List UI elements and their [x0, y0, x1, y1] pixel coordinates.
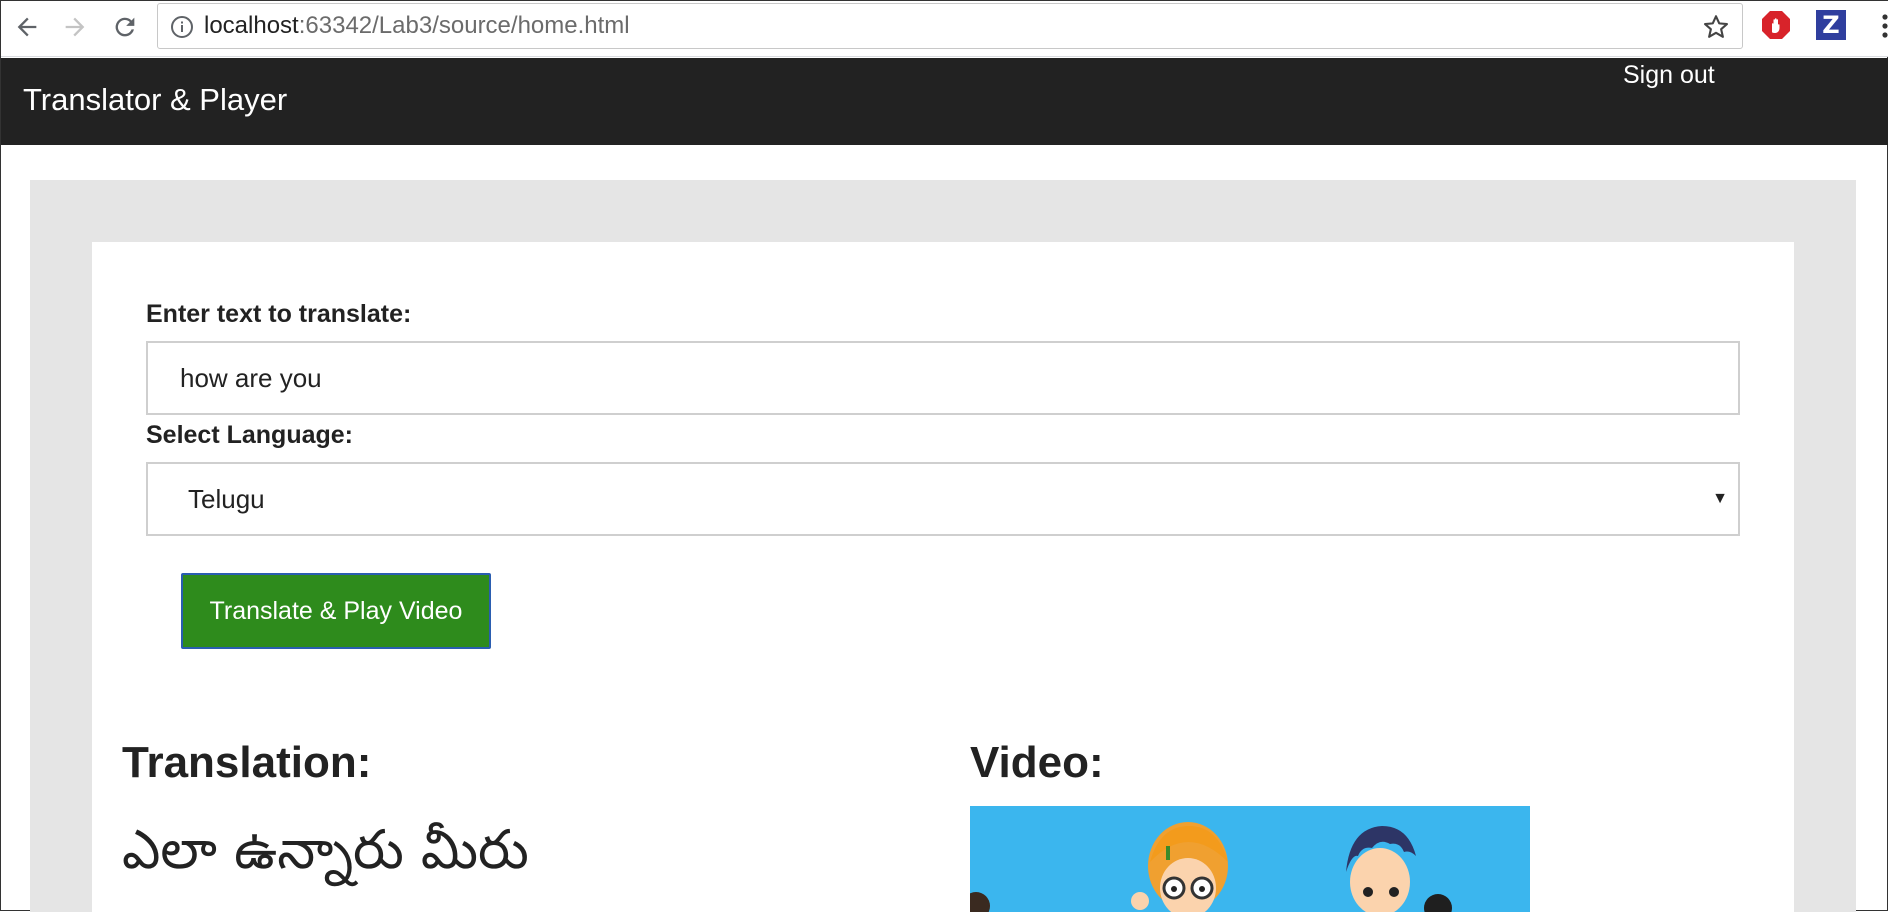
- translator-card: Enter text to translate: how are you Sel…: [92, 242, 1794, 912]
- z-extension-glyph: Z: [1822, 11, 1840, 39]
- url-host: localhost: [204, 12, 299, 39]
- reload-icon: [115, 17, 135, 37]
- address-bar[interactable]: localhost:63342/Lab3/source/home.html: [157, 3, 1743, 49]
- text-input-label: Enter text to translate:: [146, 300, 412, 328]
- browser-toolbar: localhost:63342/Lab3/source/home.html Z: [1, 1, 1888, 57]
- bookmark-star-icon[interactable]: [1702, 13, 1730, 41]
- app-navbar: Translator & Player: [1, 58, 1888, 145]
- video-player[interactable]: [970, 806, 1530, 912]
- forward-button[interactable]: [57, 9, 93, 45]
- language-select-value: Telugu: [188, 484, 265, 514]
- video-heading: Video:: [970, 738, 1104, 787]
- text-input-value: how are you: [180, 363, 322, 393]
- back-button[interactable]: [9, 9, 45, 45]
- translation-output: ఎలా ఉన్నారు మీరు: [122, 818, 529, 881]
- info-icon[interactable]: [170, 15, 194, 39]
- text-input[interactable]: how are you: [146, 341, 1740, 415]
- app-brand[interactable]: Translator & Player: [23, 82, 287, 118]
- arrow-left-icon: [17, 17, 37, 37]
- language-select[interactable]: Telugu ▼: [146, 462, 1740, 536]
- language-label: Select Language:: [146, 421, 353, 449]
- adblock-icon[interactable]: [1761, 10, 1791, 40]
- menu-kebab-icon[interactable]: [1877, 11, 1888, 41]
- dropdown-caret-icon: ▼: [1712, 490, 1728, 507]
- video-thumbnail-illustration: [970, 806, 1530, 912]
- sign-out-link[interactable]: Sign out: [1623, 61, 1715, 90]
- content-panel: Enter text to translate: how are you Sel…: [30, 180, 1856, 912]
- reload-button[interactable]: [107, 9, 143, 45]
- arrow-right-icon: [65, 17, 85, 37]
- translate-play-button[interactable]: Translate & Play Video: [181, 573, 491, 649]
- z-extension-icon[interactable]: Z: [1816, 10, 1846, 40]
- url-path: :63342/Lab3/source/home.html: [298, 12, 630, 39]
- url-text[interactable]: localhost:63342/Lab3/source/home.html: [204, 12, 630, 40]
- translation-heading: Translation:: [122, 738, 372, 787]
